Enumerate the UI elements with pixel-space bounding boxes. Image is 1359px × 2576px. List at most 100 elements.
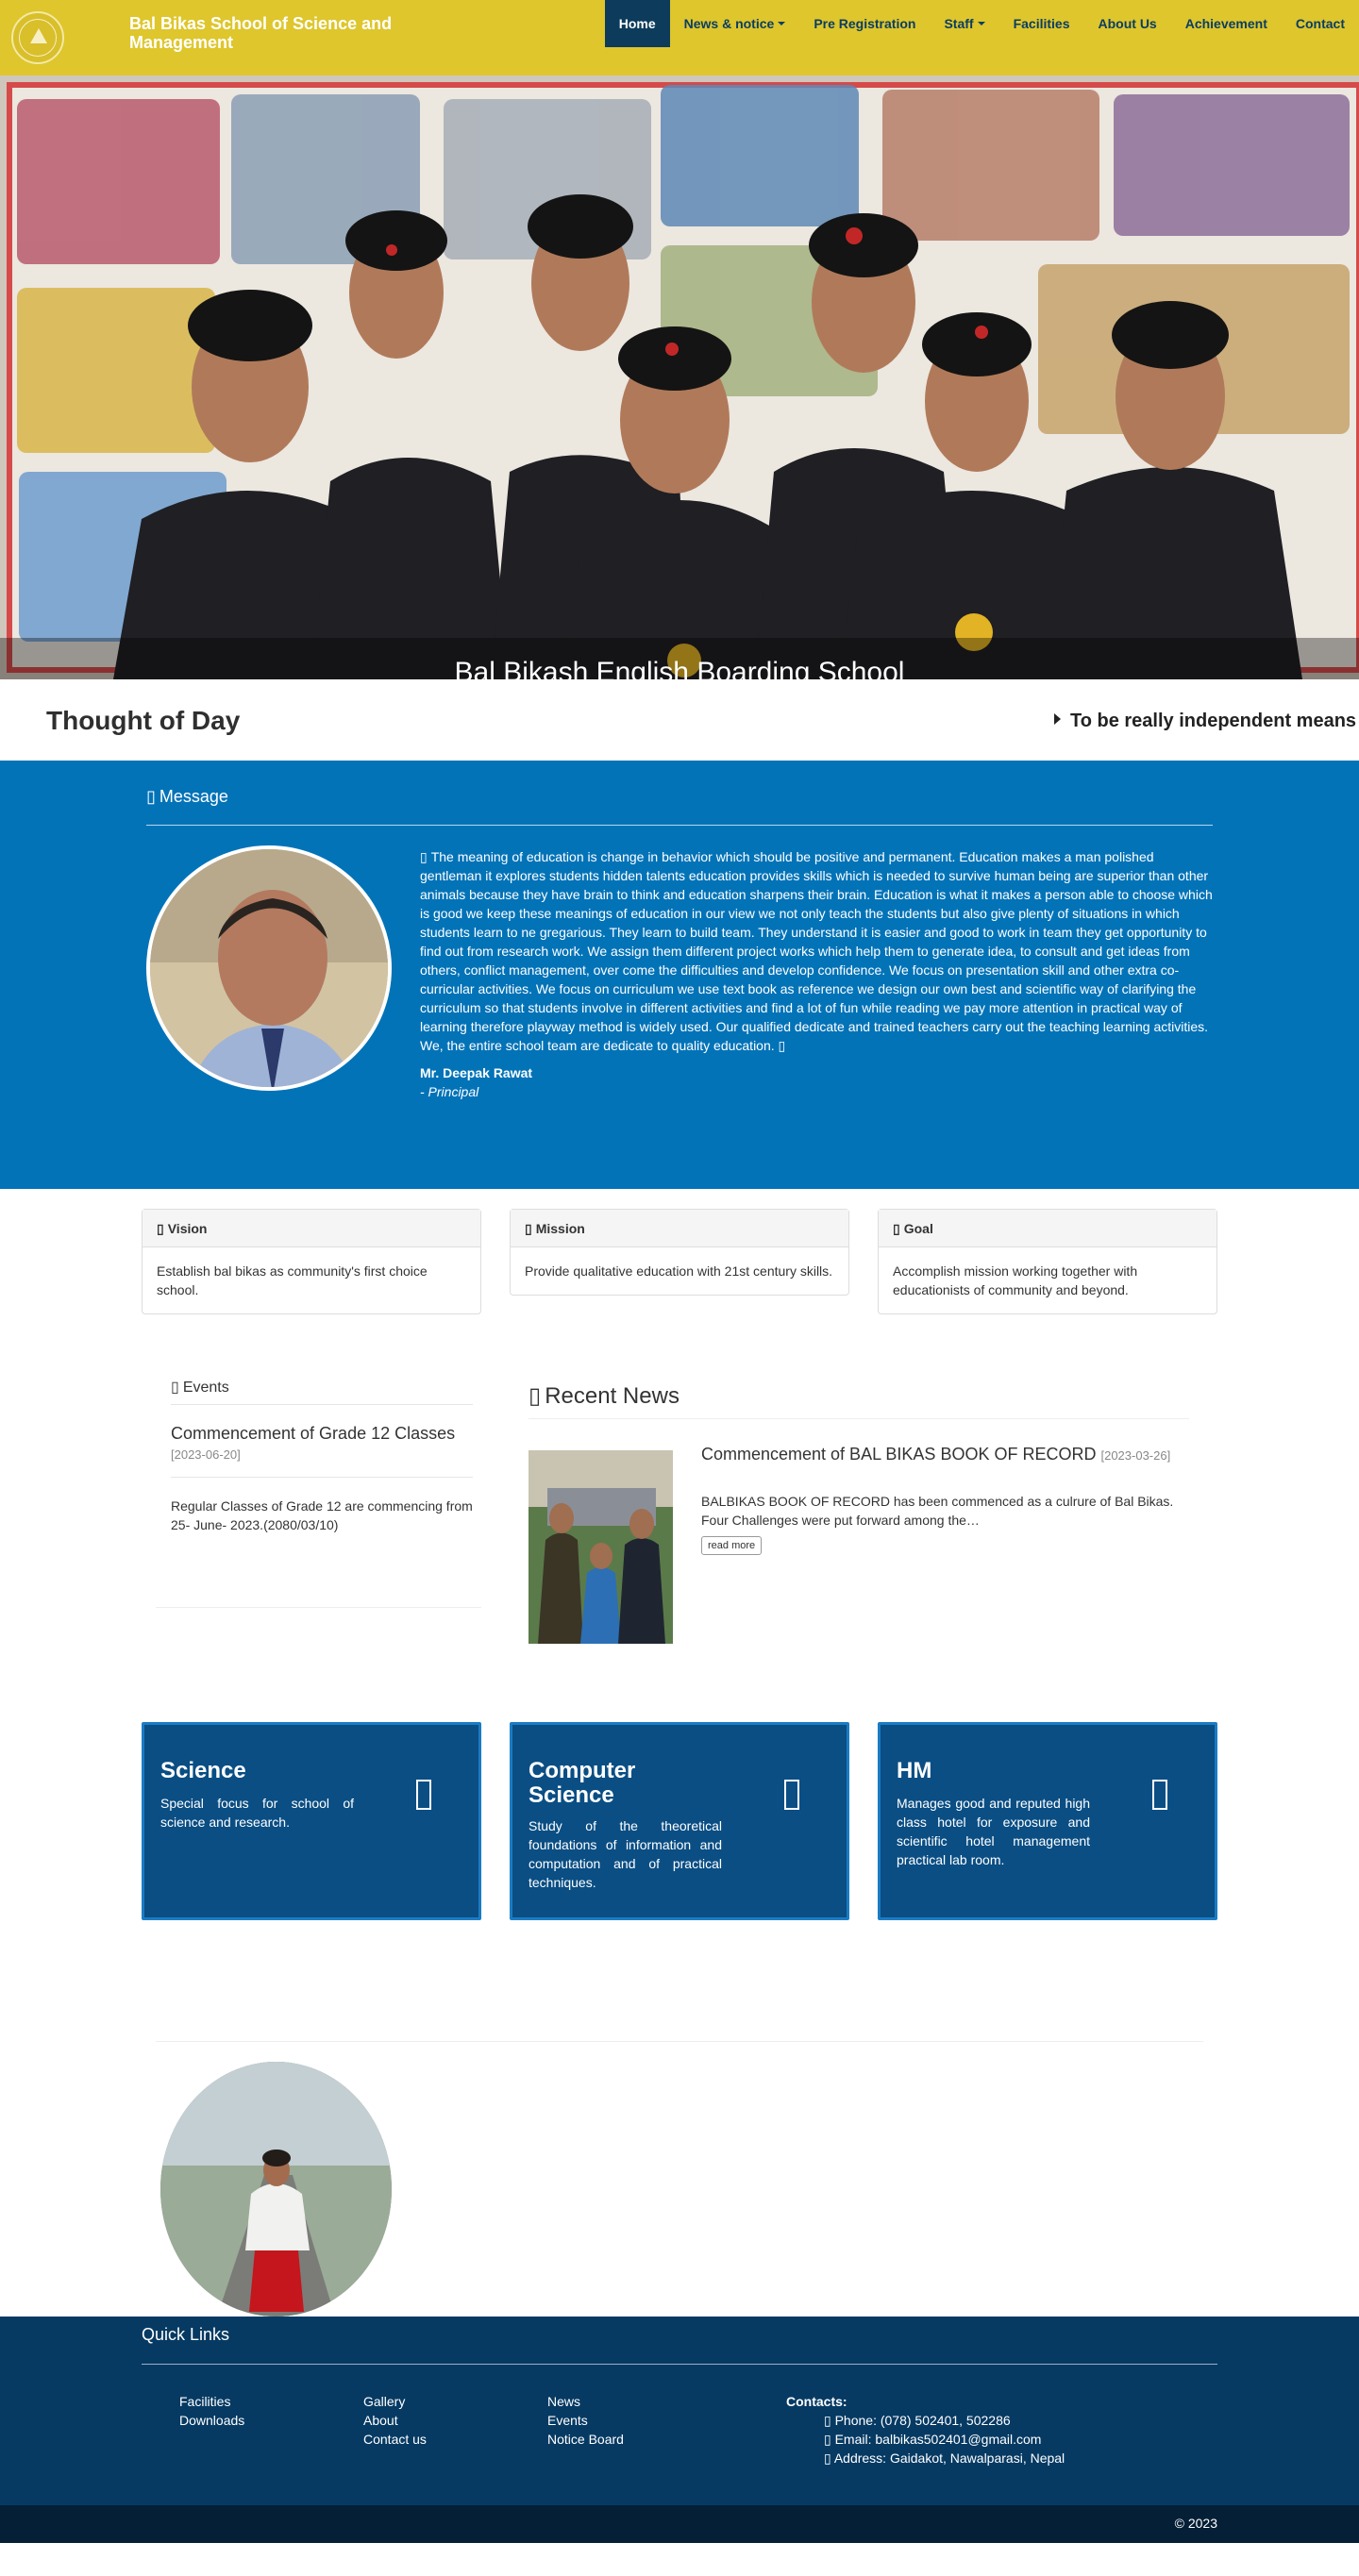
copyright-bar: © 2023 [0,2505,1359,2543]
staff-highlight [0,2010,1359,2317]
quote-right-icon: ▯ [778,1038,786,1053]
divider [171,1404,473,1405]
thought-marquee: To be really independent means [1054,711,1356,732]
calendar-icon [171,1380,183,1396]
principal-role: - Principal [420,1084,479,1099]
nav-facilities[interactable]: Facilities [999,0,1084,47]
nav-about-us[interactable]: About Us [1084,0,1171,47]
program-icon [416,1780,431,1810]
contact-email[interactable]: Email: balbikas502401@gmail.com [786,2430,1065,2449]
comment-icon [146,787,159,806]
contacts-label: Contacts: [786,2394,847,2409]
vision-panel: Vision Establish bal bikas as community'… [142,1209,481,1314]
panel-body: Establish bal bikas as community's first… [157,1263,428,1297]
program-description: Manages good and reputed high class hote… [897,1796,1090,1867]
program-card-hm[interactable]: HM Manages good and reputed high class h… [878,1722,1217,1920]
panel-body: Accomplish mission working together with… [893,1263,1138,1297]
panel-heading: Vision [143,1210,480,1247]
principal-name: Mr. Deepak Rawat [420,1065,533,1080]
divider [142,2364,1217,2365]
nav-staff[interactable]: Staff [930,0,998,47]
contact-address: Address: Gaidakot, Nawalparasi, Nepal [786,2449,1065,2467]
message-text: The meaning of education is change in be… [420,847,1213,1055]
caret-right-icon [1054,713,1061,725]
nav-home[interactable]: Home [604,0,670,47]
contact-phone: Phone: (078) 502401, 502286 [786,2411,1065,2430]
footer-link-events[interactable]: Events [547,2411,624,2430]
panel-heading: Goal [879,1210,1216,1247]
footer-link-about[interactable]: About [363,2411,427,2430]
event-body: Regular Classes of Grade 12 are commenci… [171,1498,473,1532]
divider [171,1477,473,1478]
program-card-science[interactable]: Science Special focus for school of scie… [142,1722,481,1920]
quick-links-col-3: News Events Notice Board [547,2392,624,2449]
principal-message: Message The meaning of education is chan… [0,761,1359,1189]
nav-achievement[interactable]: Achievement [1171,0,1282,47]
nav-news-notice[interactable]: News & notice [670,0,800,47]
panel-body: Provide qualitative education with 21st … [525,1263,833,1279]
events-news: Events Commencement of Grade 12 Classes … [0,1359,1359,1717]
copyright-text: © 2023 [1174,2516,1217,2531]
news-heading: Recent News [528,1382,680,1410]
footer-link-notice-board[interactable]: Notice Board [547,2430,624,2449]
news-body: BALBIKAS BOOK OF RECORD has been commenc… [701,1494,1174,1528]
navbar: Bal Bikas School of Science and Manageme… [0,0,1359,75]
main-nav: Home News & notice Pre Registration Staf… [604,0,1359,47]
goal-panel: Goal Accomplish mission working together… [878,1209,1217,1314]
news-date: [2023-03-26] [1100,1448,1171,1463]
mission-panel: Mission Provide qualitative education wi… [510,1209,849,1296]
events-heading: Events [171,1378,229,1397]
program-title: HM [897,1758,932,1783]
footer-link-news[interactable]: News [547,2392,624,2411]
chevron-down-icon [977,22,985,25]
footer-link-contact-us[interactable]: Contact us [363,2430,427,2449]
thought-title: Thought of Day [46,706,241,735]
quick-links-col-2: Gallery About Contact us [363,2392,427,2449]
contacts-block: Contacts: Phone: (078) 502401, 502286 Em… [786,2392,1065,2467]
program-card-computer-science[interactable]: Computer Science Study of the theoretica… [510,1722,849,1920]
program-description: Study of the theoretical foundations of … [528,1818,722,1890]
footer: Quick Links Facilities Downloads Gallery… [0,2317,1359,2505]
event-title[interactable]: Commencement of Grade 12 Classes [171,1424,455,1444]
chevron-down-icon [778,22,786,25]
event-date: [2023-06-20] [171,1447,241,1462]
hero-caption: Bal Bikash English Boarding School [454,657,905,679]
footer-link-facilities[interactable]: Facilities [179,2392,244,2411]
vision-mission-goal: Vision Establish bal bikas as community'… [0,1189,1359,1359]
principal-photo [146,845,392,1091]
news-title[interactable]: Commencement of BAL BIKAS BOOK OF RECORD… [701,1445,1170,1464]
program-icon [784,1780,799,1810]
divider [156,1607,481,1608]
eye-icon [157,1221,168,1236]
quick-links-title: Quick Links [142,2325,230,2344]
divider [156,2041,1203,2042]
footer-link-gallery[interactable]: Gallery [363,2392,427,2411]
quick-links-col-1: Facilities Downloads [179,2392,244,2430]
read-more-button[interactable]: read more [701,1536,763,1555]
hero-caption-bar: Bal Bikash English Boarding School [0,638,1359,679]
school-logo[interactable] [11,11,64,64]
hero-slider[interactable]: Bal Bikash English Boarding School [0,75,1359,679]
program-icon [1152,1780,1167,1810]
panel-heading: Mission [511,1210,848,1247]
hero-group-photo [0,75,1359,679]
staff-photo [160,2062,392,2317]
school-emblem-icon [19,19,57,57]
footer-link-downloads[interactable]: Downloads [179,2411,244,2430]
nav-contact[interactable]: Contact [1282,0,1359,47]
program-description: Special focus for school of science and … [160,1796,354,1830]
news-thumbnail[interactable] [528,1450,673,1644]
flag-icon [525,1221,536,1236]
divider [146,825,1213,826]
program-title: Computer Science [528,1758,636,1808]
target-icon [893,1221,904,1236]
program-title: Science [160,1758,246,1783]
newspaper-icon [528,1383,545,1409]
thought-text: To be really independent means [1070,711,1357,731]
programs: Science Special focus for school of scie… [0,1717,1359,2010]
nav-pre-registration[interactable]: Pre Registration [799,0,930,47]
site-brand[interactable]: Bal Bikas School of Science and Manageme… [129,14,441,52]
quote-left-icon [420,849,431,864]
message-heading: Message [146,787,228,807]
thought-of-day: Thought of Day To be really independent … [0,679,1359,761]
